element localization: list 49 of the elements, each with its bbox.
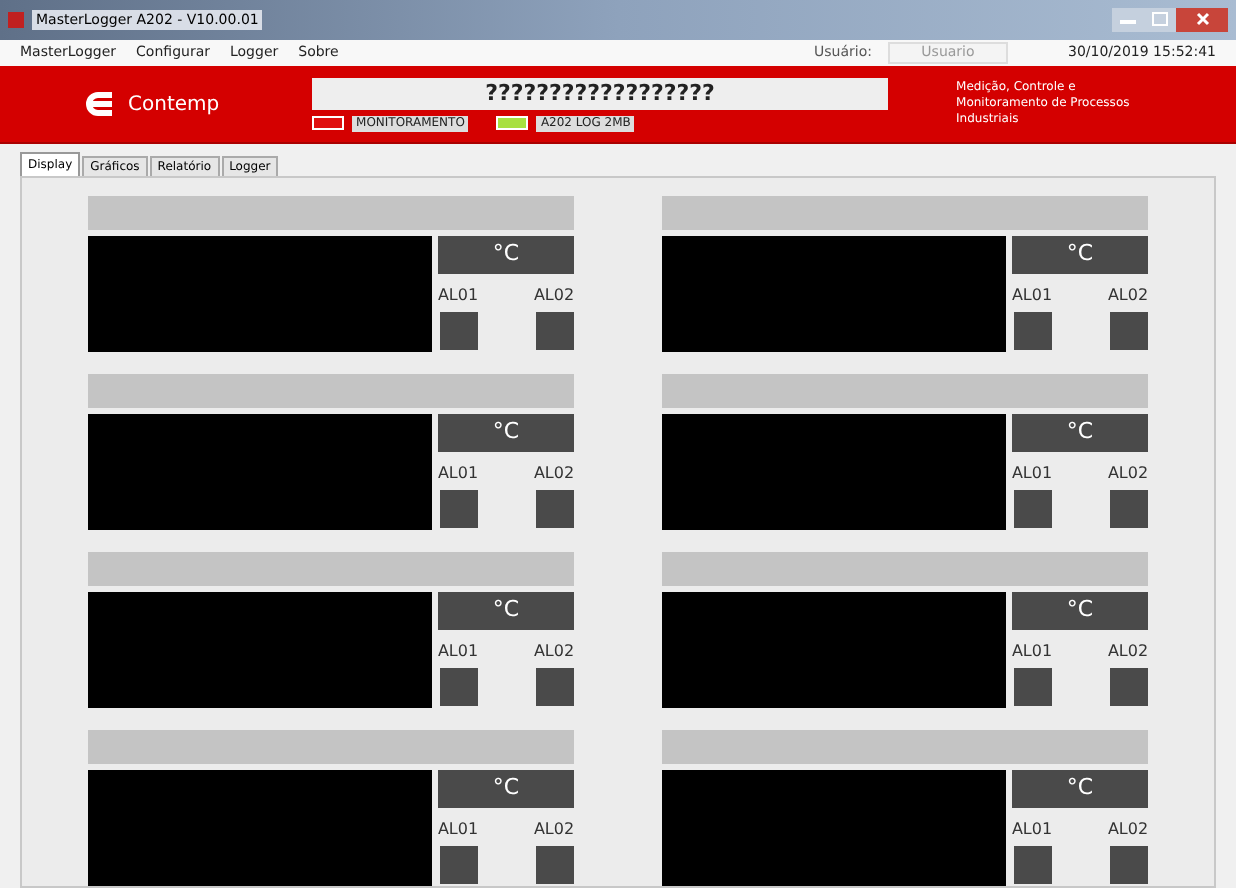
alarm-indicator: [1013, 312, 1051, 350]
alarm-label: AL01: [437, 464, 479, 484]
alarm-indicator: [535, 846, 573, 884]
alarm-indicator: [439, 312, 477, 350]
alarm-indicator: [535, 312, 573, 350]
unit-label: °C: [1012, 414, 1148, 452]
alarm-indicator: [1013, 846, 1051, 884]
brand-name: Contemp: [128, 91, 220, 120]
alarm-label: AL02: [533, 820, 575, 840]
alarm-indicator: [1109, 846, 1147, 884]
unit-label: °C: [1012, 770, 1148, 808]
alarm-label: AL02: [533, 642, 575, 662]
alarm-label: AL02: [533, 286, 575, 306]
alarm-indicator: [439, 846, 477, 884]
maximize-button[interactable]: [1144, 7, 1176, 32]
logo-icon: [84, 92, 112, 117]
alarm-indicator: [1109, 312, 1147, 350]
alarm-label: AL01: [1011, 820, 1053, 840]
alarm-label: AL02: [1107, 286, 1149, 306]
alarm-indicator: [1109, 668, 1147, 706]
alarm-indicator: [1013, 668, 1051, 706]
alarm-indicator: [535, 668, 573, 706]
app-icon: [8, 11, 24, 28]
maximize-icon: [1152, 12, 1168, 27]
alarm-label: AL01: [437, 820, 479, 840]
alarm-indicator: [1013, 490, 1051, 528]
alarm-indicator: [439, 490, 477, 528]
unit-label: °C: [1012, 236, 1148, 274]
alarm-label: AL01: [437, 642, 479, 662]
close-button[interactable]: [1176, 7, 1228, 32]
unit-label: °C: [438, 236, 574, 274]
alarm-label: AL01: [1011, 642, 1053, 662]
unit-label: °C: [438, 592, 574, 630]
unit-label: °C: [438, 770, 574, 808]
alarm-label: AL01: [1011, 286, 1053, 306]
alarm-label: AL01: [437, 286, 479, 306]
alarm-indicator: [439, 668, 477, 706]
alarm-label: AL02: [1107, 820, 1149, 840]
unit-label: °C: [438, 414, 574, 452]
alarm-label: AL02: [1107, 642, 1149, 662]
alarm-indicator: [1109, 490, 1147, 528]
alarm-label: AL02: [533, 464, 575, 484]
alarm-label: AL02: [1107, 464, 1149, 484]
close-icon: [1195, 12, 1209, 27]
header-title: ??????????????????: [312, 77, 889, 110]
alarm-indicator: [535, 490, 573, 528]
alarm-label: AL01: [1011, 464, 1053, 484]
unit-label: °C: [1012, 592, 1148, 630]
minimize-button[interactable]: [1112, 7, 1144, 32]
